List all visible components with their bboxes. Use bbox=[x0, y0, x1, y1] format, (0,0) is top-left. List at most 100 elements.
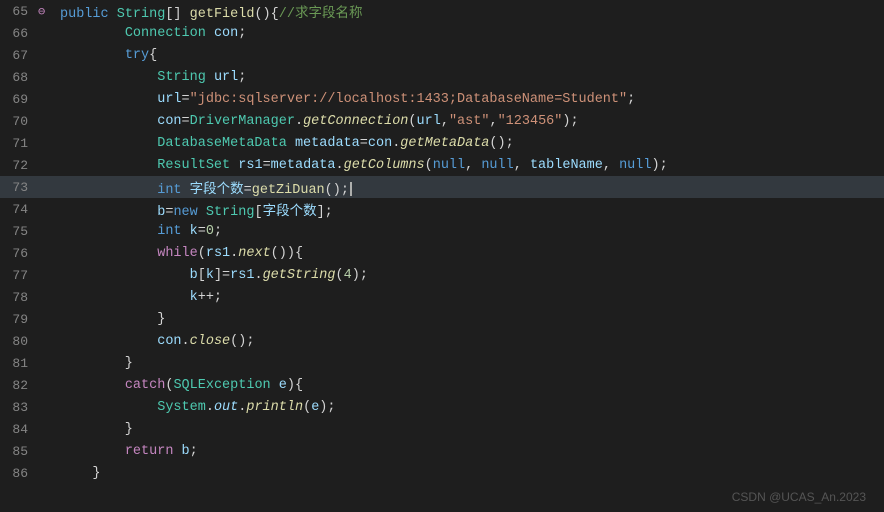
token-var: con bbox=[214, 26, 238, 41]
token-plain: ( bbox=[408, 114, 416, 129]
token-var: url bbox=[157, 92, 181, 107]
token-plain: ); bbox=[651, 158, 667, 173]
line-content: while(rs1.next()){ bbox=[56, 246, 884, 261]
token-cn: String bbox=[206, 205, 255, 220]
token-var: b bbox=[190, 268, 198, 283]
token-method: close bbox=[190, 334, 231, 349]
code-line: 82 catch(SQLException e){ bbox=[0, 374, 884, 396]
token-plain bbox=[60, 114, 157, 129]
line-number: 69 bbox=[0, 92, 38, 107]
line-number: 74 bbox=[0, 202, 38, 217]
token-kw-ctrl: catch bbox=[125, 378, 166, 393]
code-line: 68 String url; bbox=[0, 66, 884, 88]
line-number: 67 bbox=[0, 48, 38, 63]
token-var: 字段个数 bbox=[190, 183, 244, 198]
code-line: 79 } bbox=[0, 308, 884, 330]
token-kw: try bbox=[125, 48, 149, 63]
watermark: CSDN @UCAS_An.2023 bbox=[732, 490, 866, 504]
code-line: 71 DatabaseMetaData metadata=con.getMeta… bbox=[0, 132, 884, 154]
line-content: int 字段个数=getZiDuan(); bbox=[56, 177, 884, 198]
token-plain: = bbox=[182, 114, 190, 129]
token-plain: } bbox=[60, 356, 133, 371]
token-fn: getZiDuan bbox=[252, 183, 325, 198]
token-kw-ctrl: while bbox=[157, 246, 198, 261]
token-plain: . bbox=[335, 158, 343, 173]
line-number: 72 bbox=[0, 158, 38, 173]
token-plain bbox=[109, 7, 117, 22]
line-content: } bbox=[56, 356, 884, 371]
line-number: 73 bbox=[0, 180, 38, 195]
token-plain: ); bbox=[352, 268, 368, 283]
line-number: 66 bbox=[0, 26, 38, 41]
token-plain: ){ bbox=[287, 378, 303, 393]
token-plain bbox=[60, 444, 125, 459]
line-content: b[k]=rs1.getString(4); bbox=[56, 268, 884, 283]
line-content: url="jdbc:sqlserver://localhost:1433;Dat… bbox=[56, 92, 884, 107]
token-plain bbox=[60, 246, 157, 261]
token-var: url bbox=[417, 114, 441, 129]
line-number: 86 bbox=[0, 466, 38, 481]
code-line: 67 try{ bbox=[0, 44, 884, 66]
token-plain: , bbox=[465, 158, 481, 173]
line-content: DatabaseMetaData metadata=con.getMetaDat… bbox=[56, 136, 884, 151]
line-number: 70 bbox=[0, 114, 38, 129]
token-plain: } bbox=[60, 422, 133, 437]
line-content: String url; bbox=[56, 70, 884, 85]
line-content: k++; bbox=[56, 290, 884, 305]
token-plain: { bbox=[149, 48, 157, 63]
token-plain bbox=[60, 26, 125, 41]
token-plain: , bbox=[514, 158, 530, 173]
token-plain: . bbox=[295, 114, 303, 129]
token-fn: getField bbox=[190, 7, 255, 22]
line-number: 79 bbox=[0, 312, 38, 327]
token-plain: . bbox=[206, 400, 214, 415]
line-content: public String[] getField(){//求字段名称 bbox=[56, 1, 884, 22]
token-cn: String bbox=[117, 7, 166, 22]
token-num: 0 bbox=[206, 224, 214, 239]
token-plain: (); bbox=[325, 183, 349, 198]
token-cn: DriverManager bbox=[190, 114, 295, 129]
token-var: 字段个数 bbox=[263, 205, 317, 220]
token-plain: = bbox=[182, 92, 190, 107]
token-cn: String bbox=[157, 70, 206, 85]
line-number: 80 bbox=[0, 334, 38, 349]
token-method: getConnection bbox=[303, 114, 408, 129]
token-plain: = bbox=[360, 136, 368, 151]
token-kw-ctrl: return bbox=[125, 444, 174, 459]
token-plain bbox=[182, 224, 190, 239]
token-method: next bbox=[238, 246, 270, 261]
line-number: 83 bbox=[0, 400, 38, 415]
text-cursor bbox=[350, 182, 352, 196]
token-var: k bbox=[190, 224, 198, 239]
token-kw: int bbox=[157, 224, 181, 239]
token-kw: null bbox=[619, 158, 651, 173]
line-content: try{ bbox=[56, 48, 884, 63]
token-method: getColumns bbox=[344, 158, 425, 173]
token-str: "ast" bbox=[449, 114, 490, 129]
line-number: 81 bbox=[0, 356, 38, 371]
code-line: 77 b[k]=rs1.getString(4); bbox=[0, 264, 884, 286]
token-comment: //求字段名称 bbox=[279, 7, 363, 22]
line-arrow: ⊖ bbox=[38, 4, 56, 19]
code-container: 65⊖public String[] getField(){//求字段名称66 … bbox=[0, 0, 884, 512]
code-line: 86 } bbox=[0, 462, 884, 484]
token-kw: null bbox=[433, 158, 465, 173]
token-plain: ; bbox=[238, 26, 246, 41]
token-plain: = bbox=[244, 183, 252, 198]
token-plain: ( bbox=[303, 400, 311, 415]
token-plain: [] bbox=[165, 7, 189, 22]
token-plain: [ bbox=[254, 205, 262, 220]
code-line: 73 int 字段个数=getZiDuan(); bbox=[0, 176, 884, 198]
token-var: k bbox=[190, 290, 198, 305]
token-var: k bbox=[206, 268, 214, 283]
token-plain: ); bbox=[562, 114, 578, 129]
token-plain: ); bbox=[319, 400, 335, 415]
code-line: 85 return b; bbox=[0, 440, 884, 462]
token-kw: new bbox=[173, 205, 197, 220]
token-method: println bbox=[246, 400, 303, 415]
token-plain: , bbox=[441, 114, 449, 129]
token-plain: ]= bbox=[214, 268, 230, 283]
token-plain: ]; bbox=[317, 205, 333, 220]
line-number: 76 bbox=[0, 246, 38, 261]
token-var-italic: out bbox=[214, 400, 238, 415]
